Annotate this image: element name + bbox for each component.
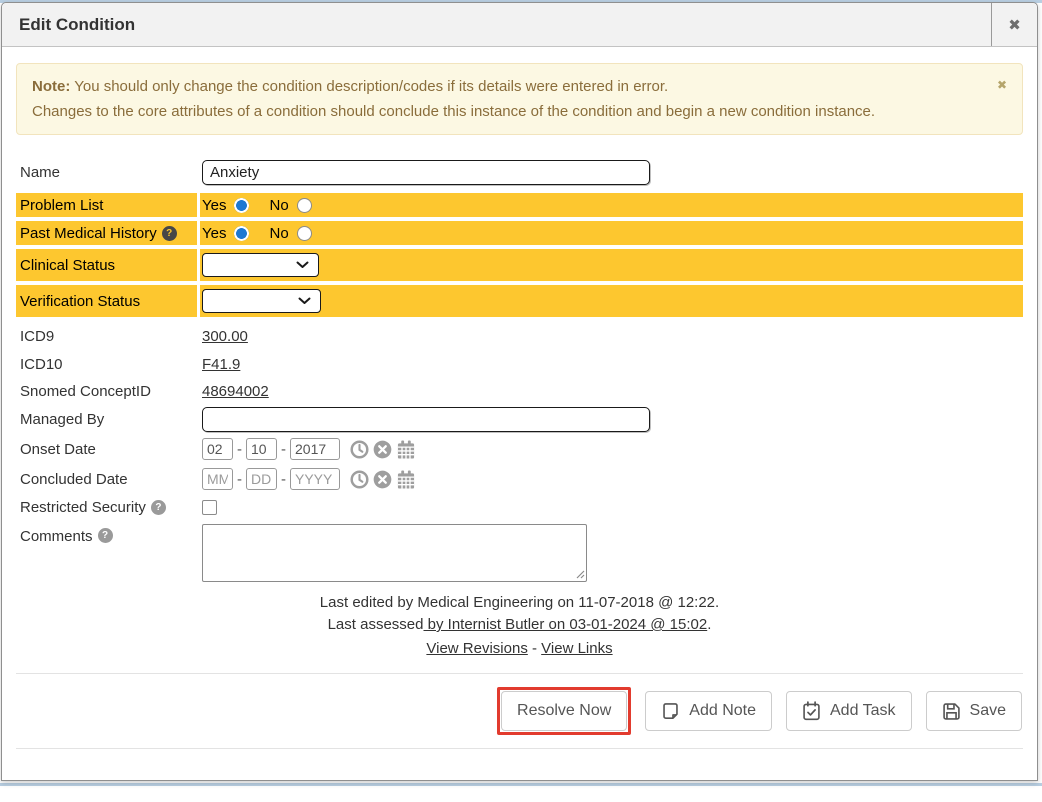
clinical-status-select[interactable]	[202, 253, 319, 277]
problem-list-yes-label: Yes	[202, 197, 226, 214]
help-icon[interactable]: ?	[151, 500, 166, 515]
restricted-security-row: Restricted Security ?	[16, 494, 1023, 520]
icd9-code-link[interactable]: 300.00	[202, 328, 248, 345]
onset-date-row: Onset Date - -	[16, 434, 1023, 464]
help-icon[interactable]: ?	[162, 226, 177, 241]
save-icon	[942, 702, 961, 721]
close-button[interactable]: ✖	[991, 3, 1037, 46]
task-calendar-icon	[802, 701, 821, 721]
last-assessed-text: Last assessed by Internist Butler on 03-…	[16, 614, 1023, 636]
clear-date-icon[interactable]	[373, 440, 392, 459]
managed-by-input[interactable]	[202, 407, 650, 432]
snomed-row: Snomed ConceptID 48694002	[16, 378, 1023, 404]
dialog-footer	[16, 762, 1023, 802]
comments-row: Comments ?	[16, 524, 1023, 582]
concluded-date-row: Concluded Date - -	[16, 464, 1023, 494]
icd9-row: ICD9 300.00	[16, 322, 1023, 350]
note-line-2: Changes to the core attributes of a cond…	[32, 99, 982, 124]
name-input[interactable]	[202, 160, 650, 185]
annotation-highlight-box: Resolve Now	[497, 687, 631, 735]
snomed-code-link[interactable]: 48694002	[202, 383, 269, 400]
comments-label: Comments	[20, 528, 93, 545]
pmh-no-radio[interactable]	[297, 226, 312, 241]
onset-month-input[interactable]	[202, 438, 233, 460]
problem-list-label: Problem List	[16, 193, 197, 217]
name-row: Name	[16, 157, 1023, 187]
concluded-year-input[interactable]	[290, 468, 340, 490]
chevron-down-icon	[298, 297, 311, 305]
note-dismiss-icon[interactable]: ✖	[997, 73, 1007, 98]
icd10-label: ICD10	[16, 350, 197, 378]
icd10-row: ICD10 F41.9	[16, 350, 1023, 378]
note-icon	[661, 702, 680, 721]
problem-list-row: Problem List Yes No	[16, 193, 1023, 217]
save-button[interactable]: Save	[926, 691, 1022, 731]
dialog-title: Edit Condition	[2, 3, 991, 46]
restricted-security-label: Restricted Security	[20, 499, 146, 516]
help-icon[interactable]: ?	[98, 528, 113, 543]
onset-date-label: Onset Date	[16, 434, 197, 464]
clear-date-icon[interactable]	[373, 470, 392, 489]
concluded-date-label: Concluded Date	[16, 464, 197, 494]
name-label: Name	[16, 157, 197, 187]
verification-status-label: Verification Status	[16, 285, 197, 317]
last-edited-text: Last edited by Medical Engineering on 11…	[16, 592, 1023, 614]
last-assessed-link[interactable]: by Internist Butler on 03-01-2024 @ 15:0…	[423, 616, 707, 633]
add-note-button[interactable]: Add Note	[645, 691, 772, 731]
calendar-icon[interactable]	[396, 470, 416, 489]
restricted-security-checkbox[interactable]	[202, 500, 217, 515]
audit-info: Last edited by Medical Engineering on 11…	[16, 592, 1023, 660]
snomed-label: Snomed ConceptID	[16, 378, 197, 404]
resize-handle-icon[interactable]	[576, 570, 585, 579]
comments-textarea[interactable]	[202, 524, 587, 582]
verification-status-select[interactable]	[202, 289, 321, 313]
note-banner: Note: You should only change the conditi…	[16, 63, 1023, 135]
icd10-code-link[interactable]: F41.9	[202, 356, 240, 373]
clock-icon[interactable]	[350, 440, 369, 459]
chevron-down-icon	[296, 261, 309, 269]
meta-links: View Revisions - View Links	[16, 638, 1023, 660]
clinical-status-row: Clinical Status	[16, 249, 1023, 281]
calendar-icon[interactable]	[396, 440, 416, 459]
managed-by-row: Managed By	[16, 404, 1023, 434]
clock-icon[interactable]	[350, 470, 369, 489]
past-medical-history-label: Past Medical History	[20, 225, 157, 242]
dialog-header: Edit Condition ✖	[2, 3, 1037, 47]
verification-status-row: Verification Status	[16, 285, 1023, 317]
pmh-yes-radio[interactable]	[234, 226, 249, 241]
divider	[16, 748, 1023, 749]
divider	[16, 673, 1023, 674]
problem-list-no-radio[interactable]	[297, 198, 312, 213]
icd9-label: ICD9	[16, 322, 197, 350]
dialog-body: Note: You should only change the conditi…	[2, 47, 1037, 802]
pmh-yes-label: Yes	[202, 225, 226, 242]
managed-by-label: Managed By	[16, 404, 197, 434]
add-task-button[interactable]: Add Task	[786, 691, 912, 731]
onset-year-input[interactable]	[290, 438, 340, 460]
edit-condition-dialog: Edit Condition ✖ Note: You should only c…	[1, 2, 1038, 781]
concluded-day-input[interactable]	[246, 468, 277, 490]
note-label: Note:	[32, 78, 70, 95]
view-revisions-link[interactable]: View Revisions	[426, 640, 527, 657]
action-bar: Resolve Now Add Note Add Task Save	[16, 687, 1023, 735]
note-line-1: Note: You should only change the conditi…	[32, 74, 982, 99]
past-medical-history-row: Past Medical History ? Yes No	[16, 221, 1023, 245]
onset-day-input[interactable]	[246, 438, 277, 460]
pmh-no-label: No	[269, 225, 288, 242]
concluded-month-input[interactable]	[202, 468, 233, 490]
clinical-status-label: Clinical Status	[16, 249, 197, 281]
resolve-now-button[interactable]: Resolve Now	[501, 691, 627, 731]
close-icon: ✖	[1008, 16, 1021, 34]
view-links-link[interactable]: View Links	[541, 640, 612, 657]
problem-list-no-label: No	[269, 197, 288, 214]
problem-list-yes-radio[interactable]	[234, 198, 249, 213]
